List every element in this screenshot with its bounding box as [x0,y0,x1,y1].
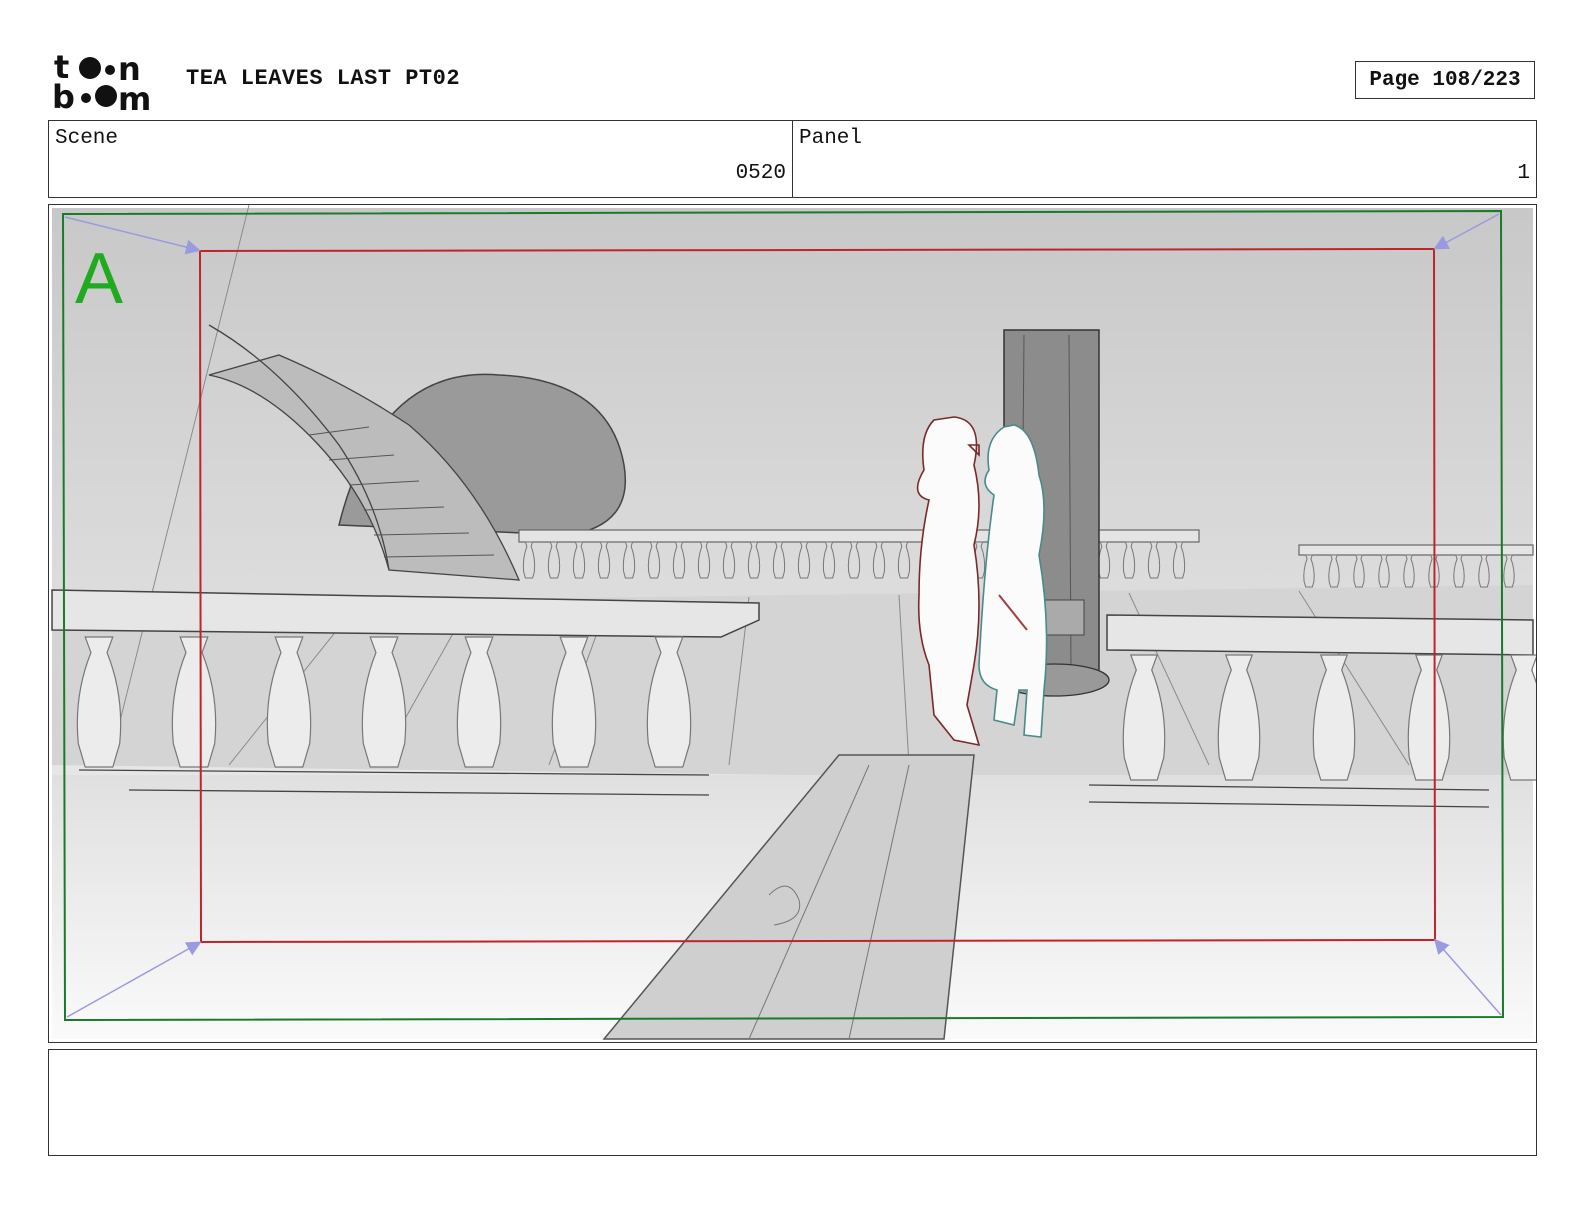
toon-boom-logo-icon: t n b m [52,48,151,118]
svg-text:m: m [118,80,151,112]
layer-letter: A [75,239,123,319]
scene-value: 0520 [735,162,786,185]
panel-label: Panel [799,127,863,150]
panel-value: 1 [1517,162,1530,185]
panel-notes-box[interactable] [48,1049,1537,1156]
page-number: Page 108/223 [1355,61,1535,99]
storyboard-panel: A [48,204,1537,1043]
toon-boom-logo: t n b m [52,48,164,118]
svg-text:b: b [52,78,75,112]
project-title: TEA LEAVES LAST PT02 [186,66,461,91]
panel-illustration: A [51,205,1536,1040]
scene-cell: Scene 0520 [49,121,792,197]
scene-label: Scene [55,127,119,150]
panel-cell: Panel 1 [792,121,1536,197]
scene-panel-info: Scene 0520 Panel 1 [48,120,1537,198]
front-right-railing [1106,614,1534,656]
